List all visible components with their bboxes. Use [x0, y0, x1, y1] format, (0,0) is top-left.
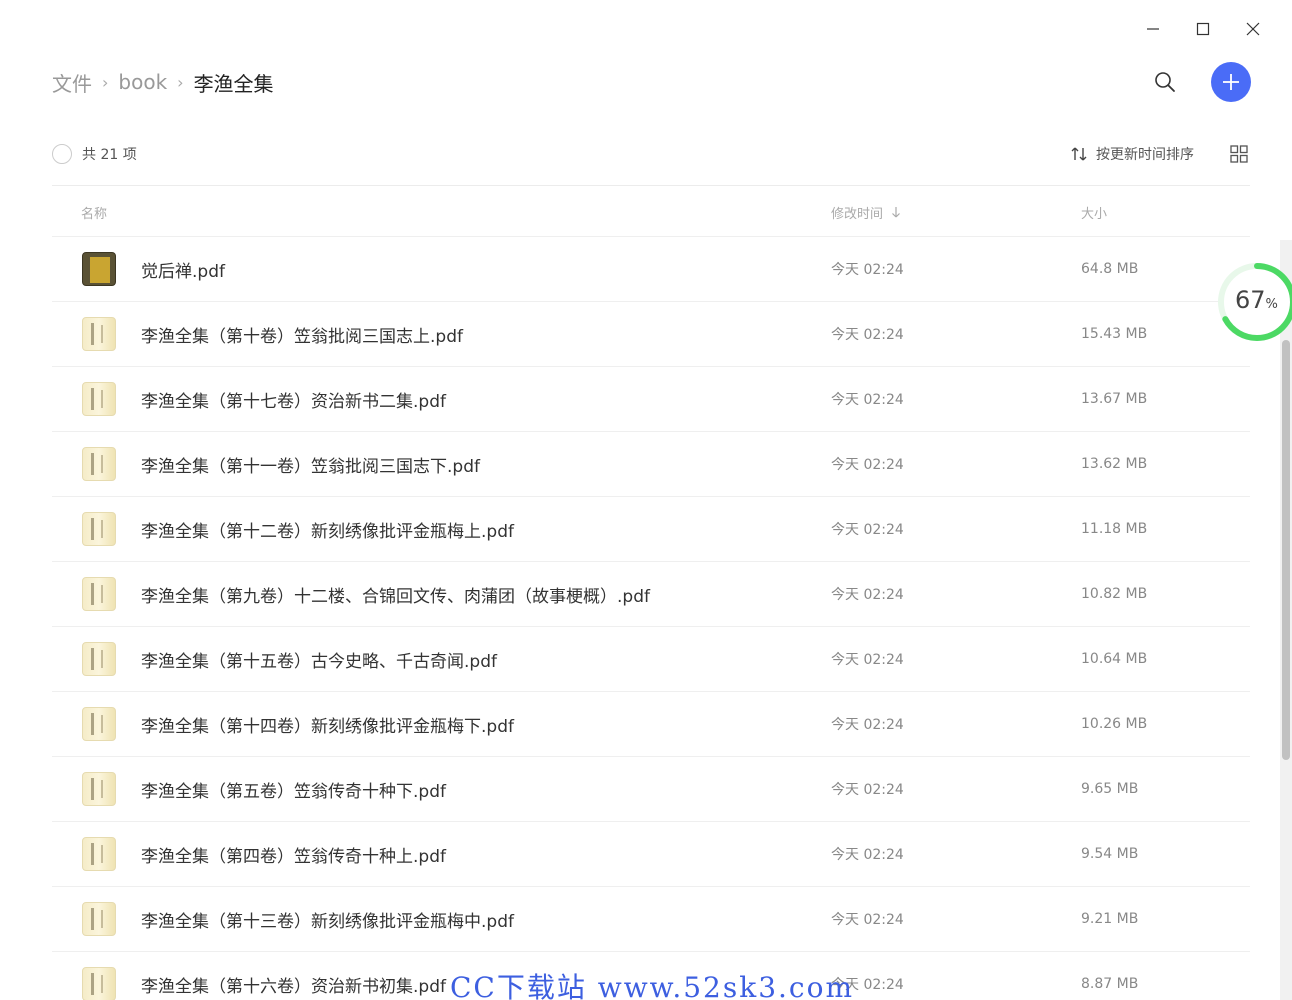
file-size: 64.8 MB — [1081, 261, 1139, 277]
pdf-thumbnail-icon — [82, 967, 116, 1000]
file-name: 李渔全集（第四卷）笠翁传奇十种上.pdf — [141, 846, 446, 867]
item-count: 共 21 项 — [82, 147, 137, 163]
window-controls — [1128, 14, 1278, 44]
file-size: 11.18 MB — [1081, 521, 1148, 537]
divider — [52, 185, 1250, 186]
file-row[interactable]: 李渔全集（第十四卷）新刻绣像批评金瓶梅下.pdf 今天 02:24 10.26 MB — [52, 691, 1250, 756]
pdf-thumbnail-icon — [82, 902, 116, 936]
breadcrumb-item-current: 李渔全集 — [193, 71, 274, 96]
progress-badge[interactable]: 67% — [1217, 262, 1292, 342]
column-header: 名称 修改时间 大小 — [52, 196, 1250, 228]
file-modified-time: 今天 02:24 — [831, 392, 904, 408]
maximize-button[interactable] — [1178, 14, 1228, 44]
file-modified-time: 今天 02:24 — [831, 847, 904, 863]
pdf-thumbnail-icon — [82, 512, 116, 546]
file-modified-time: 今天 02:24 — [831, 782, 904, 798]
arrow-down-icon — [892, 207, 900, 218]
pdf-thumbnail-icon — [82, 447, 116, 481]
file-name: 李渔全集（第十三卷）新刻绣像批评金瓶梅中.pdf — [141, 911, 514, 932]
pdf-thumbnail-icon — [82, 707, 116, 741]
pdf-thumbnail-icon — [82, 382, 116, 416]
file-size: 9.21 MB — [1081, 911, 1139, 927]
breadcrumb-separator: › — [177, 72, 184, 92]
file-size: 10.82 MB — [1081, 586, 1148, 602]
file-name: 李渔全集（第十卷）笠翁批阅三国志上.pdf — [141, 326, 463, 347]
file-row[interactable]: 李渔全集（第十五卷）古今史略、千古奇闻.pdf 今天 02:24 10.64 MB — [52, 626, 1250, 691]
file-size: 13.62 MB — [1081, 456, 1148, 472]
header: 文件 › book › 李渔全集 — [52, 60, 1252, 104]
file-size: 10.64 MB — [1081, 651, 1148, 667]
pdf-thumbnail-icon — [82, 837, 116, 871]
sort-icon — [1071, 147, 1087, 161]
pdf-thumbnail-icon — [82, 642, 116, 676]
file-size: 13.67 MB — [1081, 391, 1148, 407]
pdf-thumbnail-icon — [82, 772, 116, 806]
sort-label: 按更新时间排序 — [1096, 147, 1194, 163]
breadcrumb-item-files[interactable]: 文件 — [52, 68, 92, 97]
file-row[interactable]: 李渔全集（第九卷）十二楼、合锦回文传、肉蒲团（故事梗概）.pdf 今天 02:24… — [52, 561, 1250, 626]
file-name: 李渔全集（第十六卷）资治新书初集.pdf — [141, 976, 446, 997]
file-size: 8.87 MB — [1081, 976, 1139, 992]
grid-icon — [1230, 145, 1248, 163]
sort-button[interactable]: 按更新时间排序 — [1070, 144, 1194, 164]
file-row[interactable]: 李渔全集（第十七卷）资治新书二集.pdf 今天 02:24 13.67 MB — [52, 366, 1250, 431]
file-name: 李渔全集（第十五卷）古今史略、千古奇闻.pdf — [141, 651, 497, 672]
file-modified-time: 今天 02:24 — [831, 587, 904, 603]
toolbar: 共 21 项 按更新时间排序 — [52, 138, 1250, 170]
pdf-thumbnail-icon — [82, 252, 116, 286]
plus-icon — [1223, 74, 1239, 90]
pdf-thumbnail-icon — [82, 317, 116, 351]
file-name: 李渔全集（第九卷）十二楼、合锦回文传、肉蒲团（故事梗概）.pdf — [141, 586, 650, 607]
search-button[interactable] — [1149, 66, 1181, 98]
column-name[interactable]: 名称 — [81, 203, 107, 222]
file-list: 觉后禅.pdf 今天 02:24 64.8 MB 李渔全集（第十卷）笠翁批阅三国志上.… — [52, 236, 1250, 1000]
file-size: 9.54 MB — [1081, 846, 1139, 862]
file-row[interactable]: 李渔全集（第五卷）笠翁传奇十种下.pdf 今天 02:24 9.65 MB — [52, 756, 1250, 821]
breadcrumb-separator: › — [102, 72, 109, 92]
select-all-checkbox[interactable] — [52, 144, 72, 164]
minimize-button[interactable] — [1128, 14, 1178, 44]
column-size[interactable]: 大小 — [1081, 203, 1107, 222]
close-button[interactable] — [1228, 14, 1278, 44]
breadcrumb-item-book[interactable]: book — [118, 70, 167, 94]
file-row[interactable]: 觉后禅.pdf 今天 02:24 64.8 MB — [52, 236, 1250, 301]
file-modified-time: 今天 02:24 — [831, 327, 904, 343]
file-modified-time: 今天 02:24 — [831, 262, 904, 278]
minimize-icon — [1147, 28, 1159, 30]
file-row[interactable]: 李渔全集（第十卷）笠翁批阅三国志上.pdf 今天 02:24 15.43 MB — [52, 301, 1250, 366]
header-actions — [1149, 62, 1252, 102]
maximize-icon — [1196, 22, 1210, 36]
breadcrumb: 文件 › book › 李渔全集 — [52, 68, 274, 97]
file-row[interactable]: 李渔全集（第四卷）笠翁传奇十种上.pdf 今天 02:24 9.54 MB — [52, 821, 1250, 886]
file-modified-time: 今天 02:24 — [831, 717, 904, 733]
progress-value: 67% — [1235, 286, 1278, 314]
file-size: 10.26 MB — [1081, 716, 1148, 732]
file-row[interactable]: 李渔全集（第十一卷）笠翁批阅三国志下.pdf 今天 02:24 13.62 MB — [52, 431, 1250, 496]
add-button[interactable] — [1211, 62, 1251, 102]
watermark: CC下载站 www.52sk3.com — [450, 971, 854, 1000]
file-modified-time: 今天 02:24 — [831, 912, 904, 928]
file-row[interactable]: 李渔全集（第十三卷）新刻绣像批评金瓶梅中.pdf 今天 02:24 9.21 MB — [52, 886, 1250, 951]
file-size: 9.65 MB — [1081, 781, 1139, 797]
file-modified-time: 今天 02:24 — [831, 522, 904, 538]
scrollbar-thumb[interactable] — [1282, 340, 1290, 760]
file-name: 李渔全集（第十七卷）资治新书二集.pdf — [141, 391, 446, 412]
column-modified-time-label: 修改时间 — [831, 206, 884, 222]
file-name: 李渔全集（第五卷）笠翁传奇十种下.pdf — [141, 781, 446, 802]
close-icon — [1246, 22, 1260, 36]
column-modified-time[interactable]: 修改时间 — [831, 203, 901, 222]
file-name: 觉后禅.pdf — [141, 261, 225, 282]
file-name: 李渔全集（第十一卷）笠翁批阅三国志下.pdf — [141, 456, 480, 477]
search-icon — [1155, 72, 1175, 92]
file-row[interactable]: 李渔全集（第十二卷）新刻绣像批评金瓶梅上.pdf 今天 02:24 11.18 MB — [52, 496, 1250, 561]
file-modified-time: 今天 02:24 — [831, 652, 904, 668]
file-modified-time: 今天 02:24 — [831, 457, 904, 473]
scrollbar[interactable] — [1280, 240, 1292, 1000]
grid-view-button[interactable] — [1228, 143, 1250, 165]
file-size: 15.43 MB — [1081, 326, 1148, 342]
file-name: 李渔全集（第十四卷）新刻绣像批评金瓶梅下.pdf — [141, 716, 514, 737]
file-name: 李渔全集（第十二卷）新刻绣像批评金瓶梅上.pdf — [141, 521, 514, 542]
pdf-thumbnail-icon — [82, 577, 116, 611]
